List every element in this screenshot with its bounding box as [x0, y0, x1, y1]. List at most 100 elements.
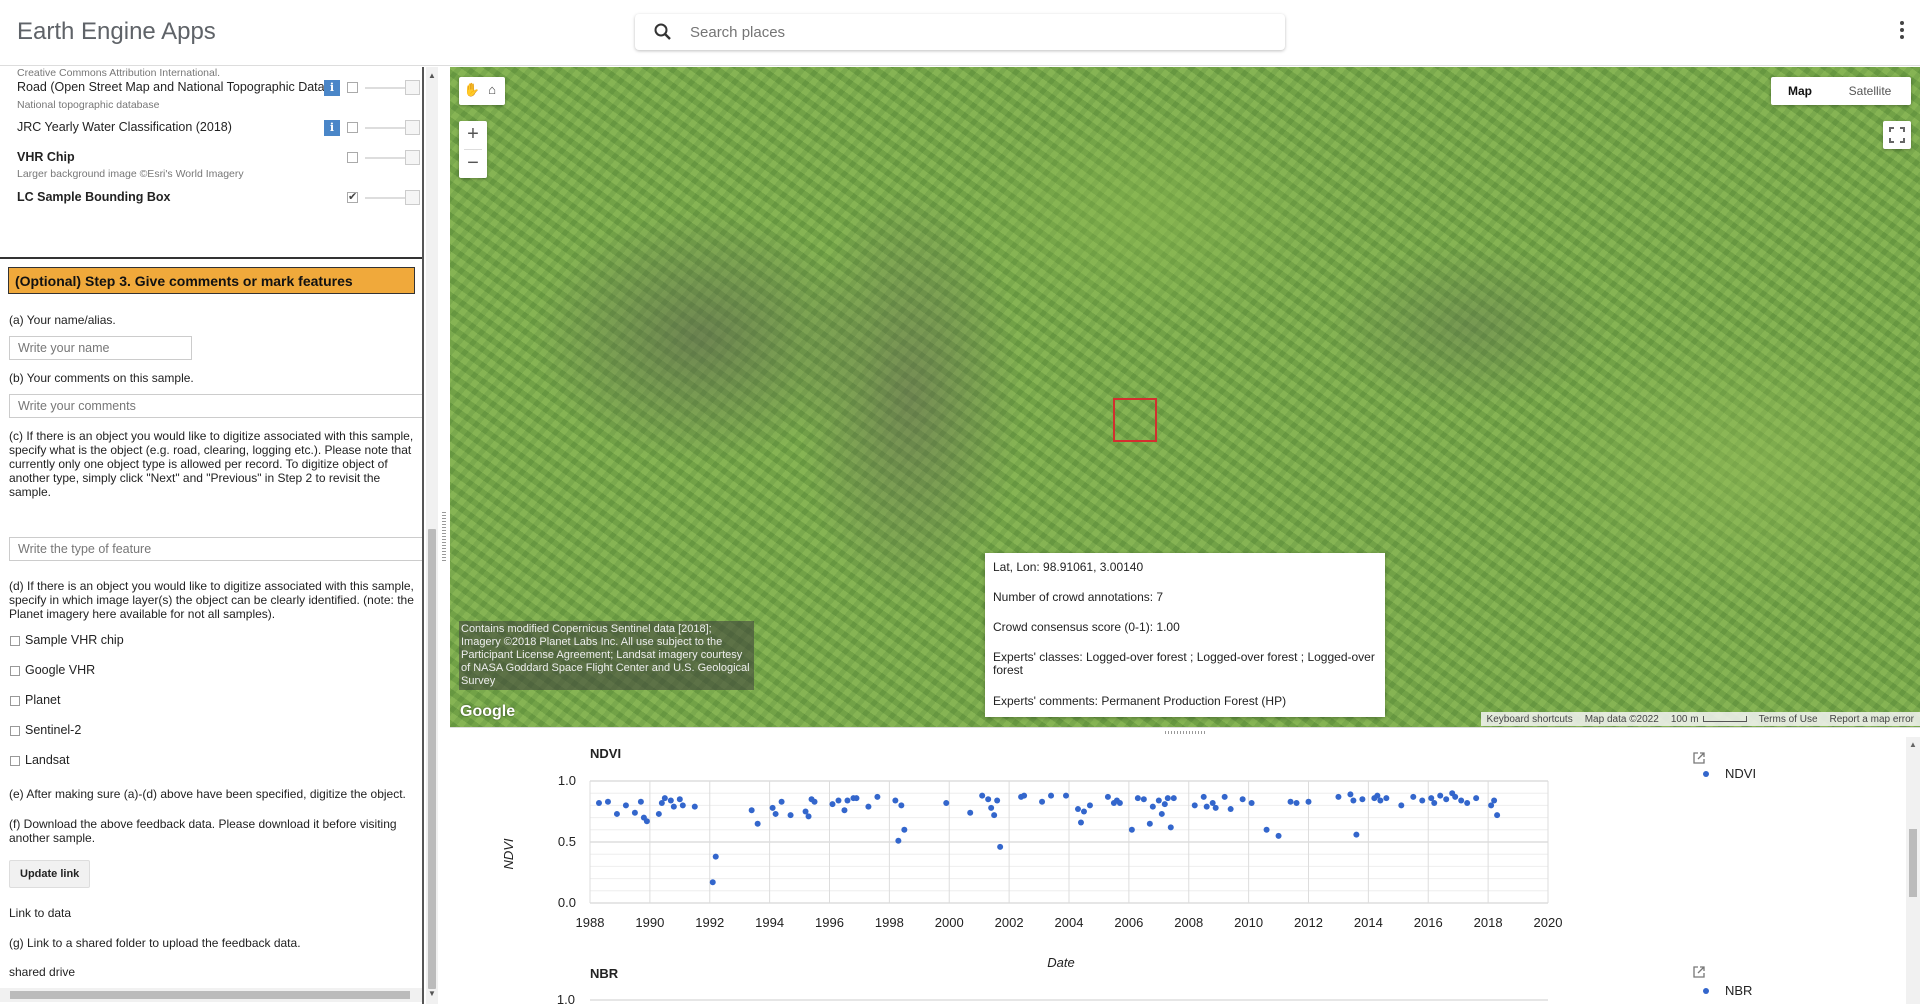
splitter-grip[interactable] [1165, 731, 1205, 734]
x-tick-label: 2006 [1114, 915, 1143, 930]
scroll-up-icon[interactable]: ▲ [428, 71, 436, 80]
layer-label: Road (Open Street Map and National Topog… [17, 80, 324, 94]
data-point [994, 797, 1001, 804]
data-point [901, 826, 908, 833]
data-point [1149, 803, 1156, 810]
data-point [1494, 812, 1501, 819]
vertical-splitter[interactable] [438, 67, 450, 1004]
zoom-in-button[interactable]: + [459, 121, 487, 149]
scale-label[interactable]: 100 m [1665, 714, 1753, 725]
scrollbar-thumb[interactable] [10, 991, 410, 999]
data-point [1410, 793, 1417, 800]
question-g: (g) Link to a shared folder to upload th… [9, 936, 301, 950]
update-link-button[interactable]: Update link [9, 860, 91, 888]
scroll-down-icon[interactable]: ▼ [428, 989, 436, 998]
data-point [874, 793, 881, 800]
data-point [1227, 806, 1234, 813]
charts-scrollbar[interactable]: ▲ [1906, 737, 1920, 1004]
opacity-slider-track[interactable] [365, 157, 405, 159]
checkbox[interactable] [10, 666, 20, 676]
data-point [1200, 793, 1207, 800]
data-point [613, 810, 620, 817]
horizontal-splitter[interactable] [450, 727, 1920, 737]
horizontal-scrollbar[interactable] [0, 988, 422, 1002]
checkbox-label: Planet [25, 693, 61, 707]
terms-link[interactable]: Terms of Use [1753, 714, 1824, 725]
data-point [709, 879, 716, 886]
sample-bounding-box [1113, 398, 1157, 442]
layer-visibility-checkbox[interactable] [347, 82, 358, 93]
search-input[interactable] [690, 20, 1270, 44]
shared-drive-link[interactable]: shared drive [9, 965, 419, 979]
fullscreen-button[interactable] [1883, 121, 1911, 149]
draw-shape-icon[interactable]: ⌂ [483, 82, 501, 100]
data-point [754, 820, 761, 827]
map-type-satellite-button[interactable]: Satellite [1829, 77, 1911, 105]
scrollbar-thumb[interactable] [1909, 829, 1917, 897]
layer-visibility-checkbox[interactable] [347, 190, 358, 203]
info-icon[interactable]: i [324, 120, 340, 136]
open-in-new-icon[interactable] [1692, 965, 1706, 979]
drawing-tools: ✋ ⌂ [459, 77, 505, 105]
search-box[interactable] [635, 14, 1285, 50]
comments-field[interactable] [9, 394, 422, 418]
info-icon[interactable]: i [324, 80, 340, 96]
layer-license-note: Creative Commons Attribution Internation… [17, 67, 221, 79]
checkbox[interactable] [10, 696, 20, 706]
opacity-slider-track[interactable] [365, 197, 405, 199]
data-point [865, 803, 872, 810]
data-point [1437, 792, 1444, 799]
checkbox[interactable] [10, 726, 20, 736]
map-type-map-button[interactable]: Map [1771, 77, 1829, 105]
x-tick-label: 2002 [995, 915, 1024, 930]
scale-bar [1702, 715, 1747, 722]
data-point [1305, 798, 1312, 805]
pan-hand-icon[interactable]: ✋ [463, 82, 481, 100]
zoom-out-button[interactable]: − [459, 150, 487, 178]
scroll-up-icon[interactable]: ▲ [1909, 740, 1917, 749]
more-vert-icon[interactable] [1898, 21, 1906, 43]
data-point [1383, 795, 1390, 802]
opacity-slider-thumb[interactable] [405, 190, 420, 205]
question-a: (a) Your name/alias. [9, 313, 116, 327]
keyboard-shortcuts-link[interactable]: Keyboard shortcuts [1481, 714, 1579, 725]
opacity-slider-track[interactable] [365, 127, 405, 129]
data-point [1128, 826, 1135, 833]
data-point [943, 799, 950, 806]
data-point [892, 797, 899, 804]
x-tick-label: 2000 [935, 915, 964, 930]
x-tick-label: 2012 [1294, 915, 1323, 930]
splitter-grip[interactable] [442, 512, 446, 562]
layer-visibility-checkbox[interactable] [347, 152, 358, 163]
name-field[interactable] [9, 336, 192, 360]
layer-row-lc-sample-box: LC Sample Bounding Box [17, 189, 420, 207]
checkbox[interactable] [10, 756, 20, 766]
map-footer: Keyboard shortcuts Map data ©2022 100 m … [1480, 712, 1920, 726]
data-point [1335, 793, 1342, 800]
data-point [1221, 793, 1228, 800]
data-point [712, 853, 719, 860]
y-axis-label: NDVI [501, 838, 516, 869]
map-view[interactable]: ✋ ⌂ + − Map Satellite Contains modified … [450, 67, 1920, 727]
feature-type-field[interactable] [9, 537, 422, 561]
opacity-slider-thumb[interactable] [405, 150, 420, 165]
x-tick-label: 2016 [1414, 915, 1443, 930]
scrollbar-thumb[interactable] [428, 529, 436, 989]
data-point [595, 799, 602, 806]
opacity-slider-thumb[interactable] [405, 120, 420, 135]
checkbox[interactable] [10, 636, 20, 646]
open-in-new-icon[interactable] [1692, 751, 1706, 765]
left-panel-scrollbar[interactable]: ▲ ▼ [426, 67, 438, 1004]
legend-marker [1703, 771, 1709, 777]
legend-label: NDVI [1725, 766, 1756, 781]
link-to-data[interactable]: Link to data [9, 906, 419, 920]
report-error-link[interactable]: Report a map error [1824, 714, 1920, 725]
google-logo: Google [460, 703, 516, 720]
opacity-slider-thumb[interactable] [405, 80, 420, 95]
layer-visibility-checkbox[interactable] [347, 122, 358, 133]
data-point [811, 798, 818, 805]
opacity-slider-track[interactable] [365, 87, 405, 89]
data-point [1212, 804, 1219, 811]
data-point [670, 803, 677, 810]
data-point [1155, 797, 1162, 804]
